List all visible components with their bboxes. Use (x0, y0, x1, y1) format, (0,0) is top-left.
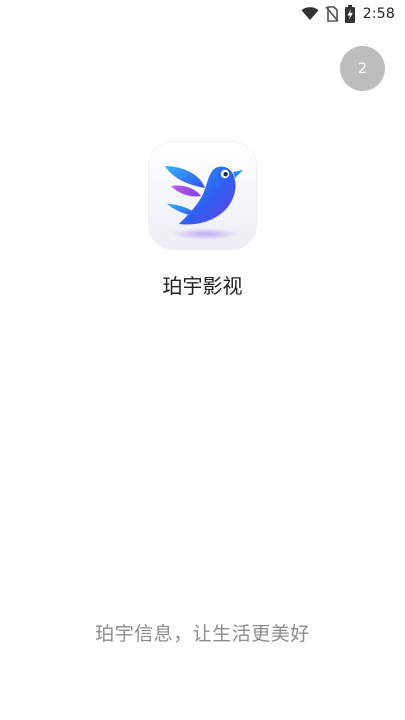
battery-charging-icon (344, 5, 355, 23)
bird-logo-icon (165, 166, 243, 240)
status-icons: 2:58 (301, 3, 395, 25)
status-time: 2:58 (362, 6, 395, 22)
app-icon (149, 142, 256, 249)
skip-countdown-button[interactable]: 2 (340, 46, 385, 91)
wifi-icon (301, 7, 319, 21)
slogan: 珀宇信息，让生活更美好 (95, 623, 310, 645)
no-sim-icon (325, 6, 339, 22)
app-name: 珀宇影视 (162, 274, 243, 298)
status-bar: 2:58 (0, 0, 405, 28)
